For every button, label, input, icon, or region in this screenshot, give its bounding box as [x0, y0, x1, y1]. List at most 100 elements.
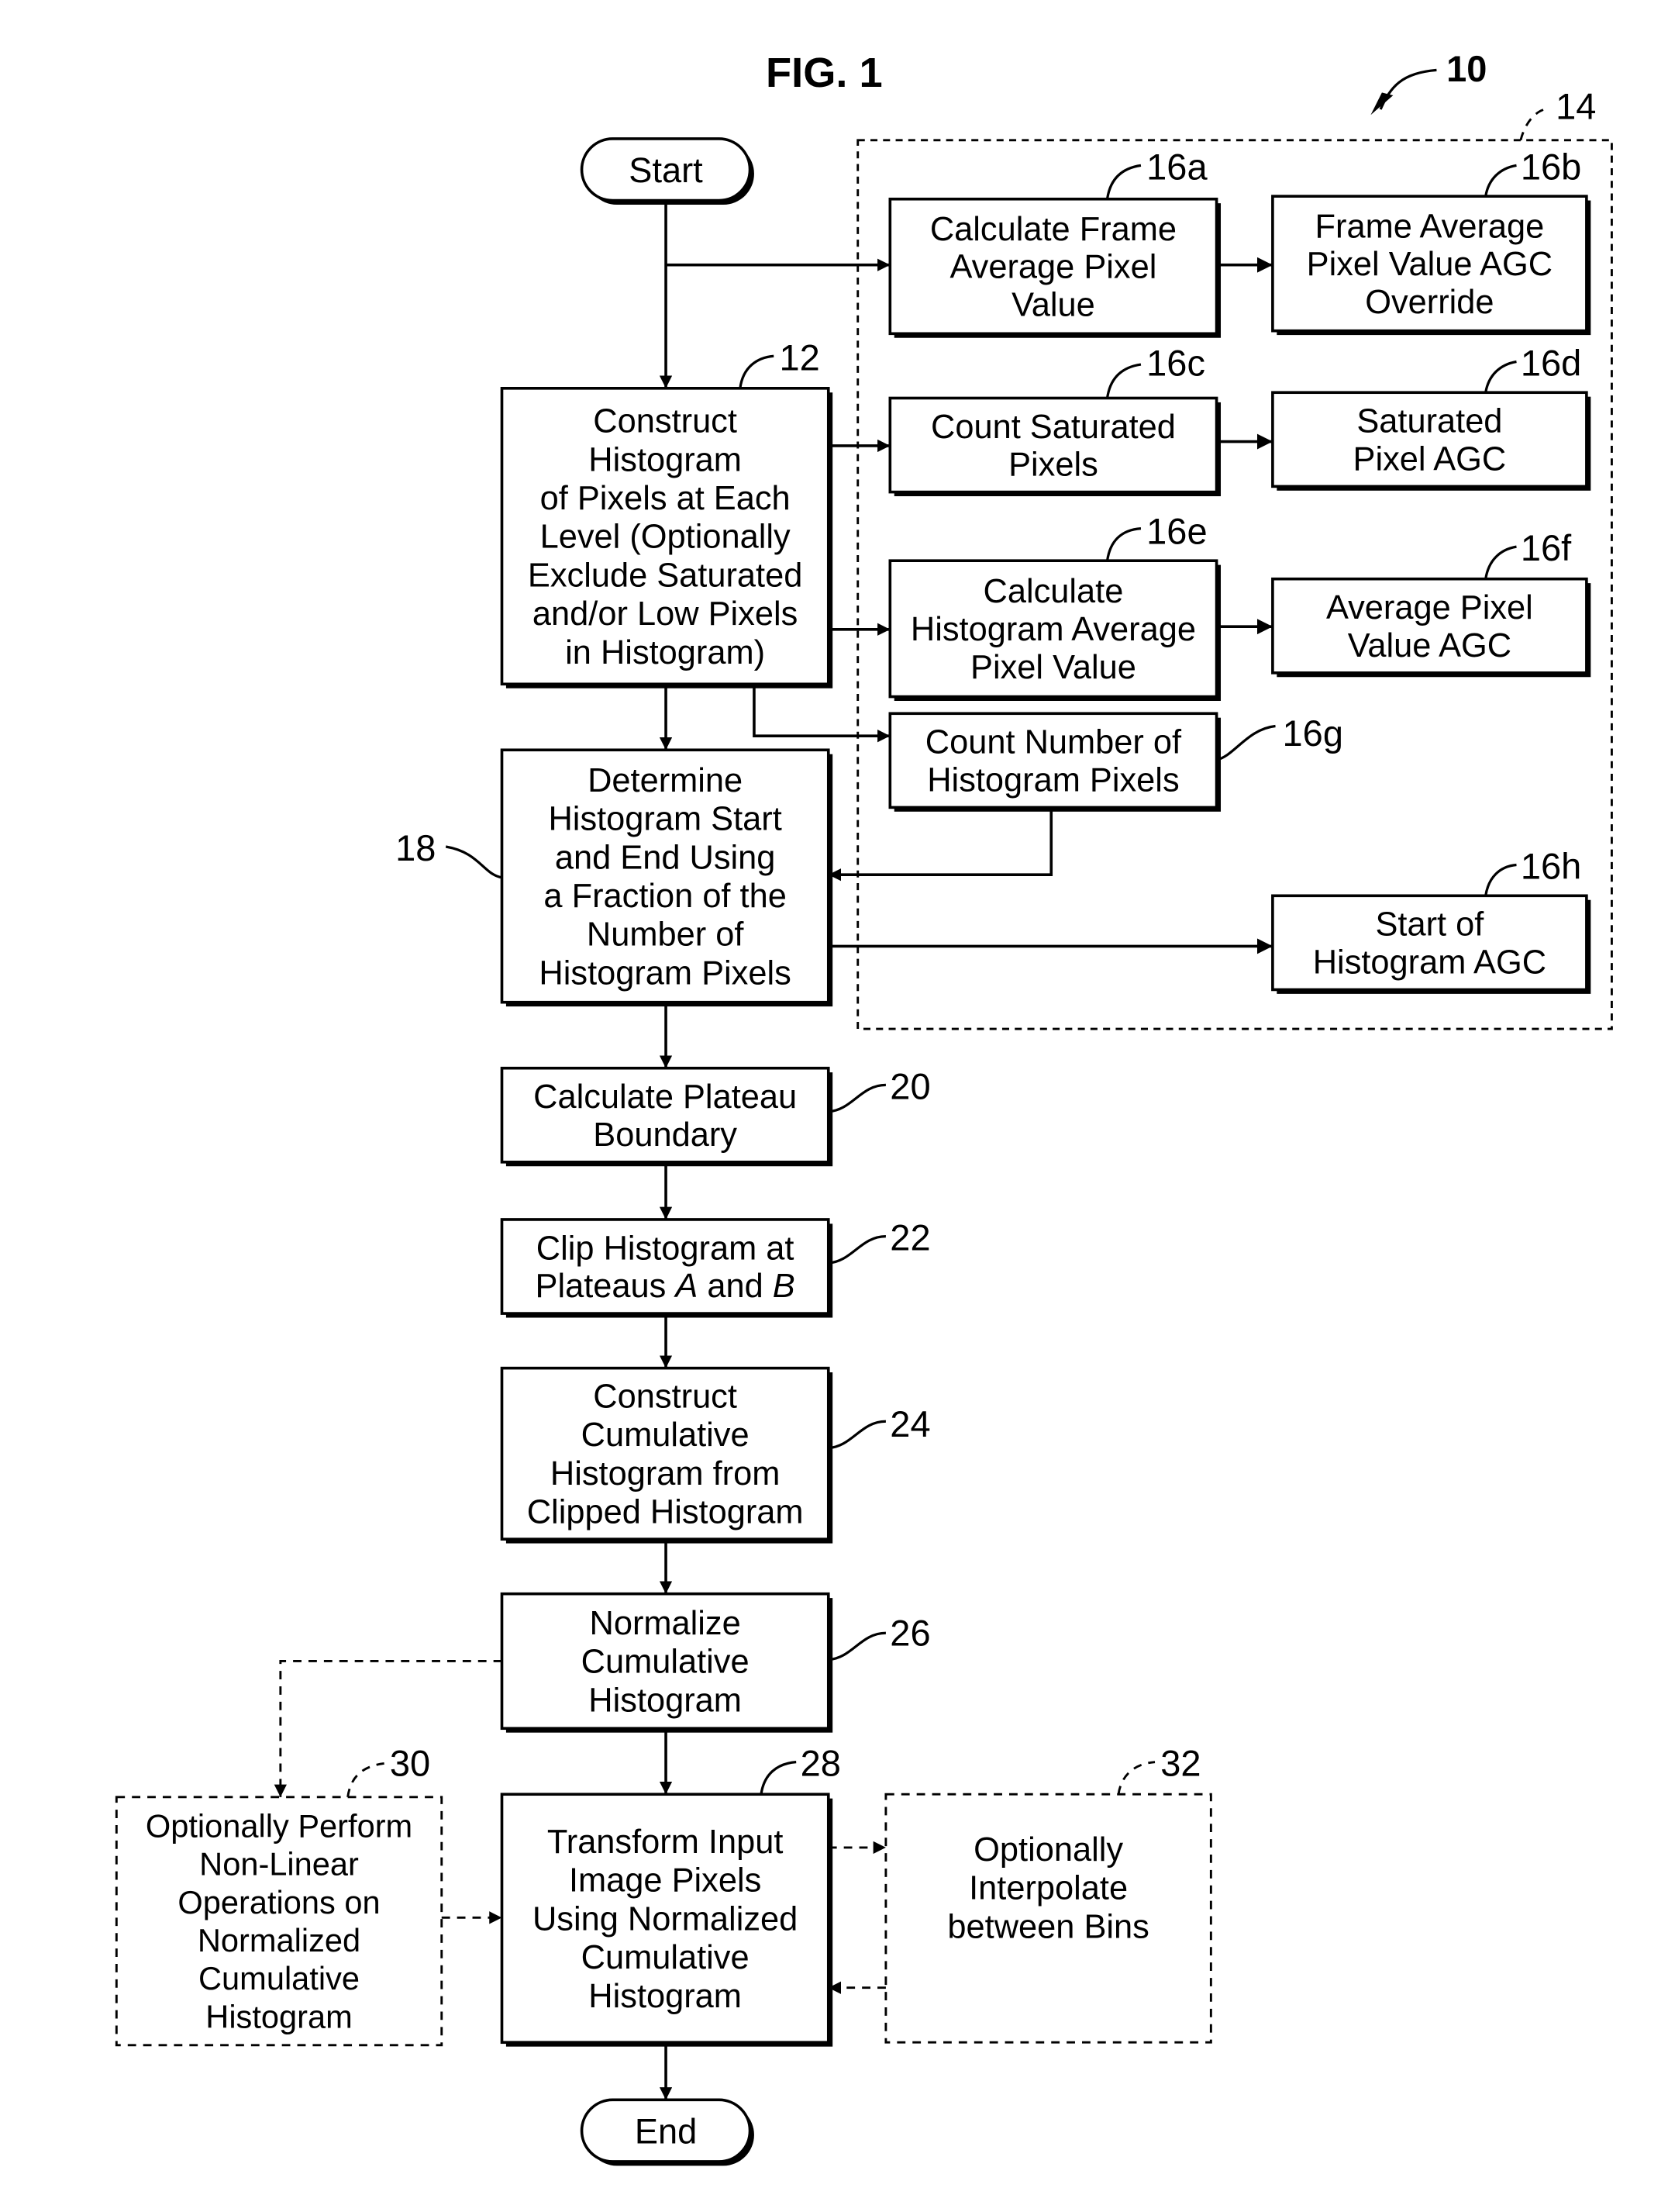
reference-lead-line	[1117, 1761, 1156, 1795]
step-text-line: Average Pixel	[1326, 589, 1533, 626]
step-ref-label: 18	[395, 827, 436, 868]
step-ref-label: 16f	[1521, 527, 1572, 568]
reference-lead-line	[1105, 526, 1142, 561]
overall-ref-label: 10	[1446, 48, 1487, 89]
step-text-line: Histogram	[588, 1978, 742, 2015]
step-text-line: Start of	[1375, 906, 1484, 944]
step-26: NormalizeCumulativeHistogram 26	[500, 1592, 931, 1733]
step-text-line: Calculate Plateau	[533, 1078, 797, 1116]
step-text-line: Normalized	[198, 1922, 360, 1958]
step-text-line: Non-Linear	[199, 1846, 359, 1882]
step-ref-label: 22	[890, 1217, 930, 1258]
step-16a: Calculate FrameAverage PixelValue 16a	[888, 146, 1222, 338]
step-text-line: Normalize	[590, 1605, 741, 1642]
step-28: Transform InputImage PixelsUsing Normali…	[500, 1743, 841, 2047]
step-text-line: Construct	[593, 1378, 737, 1415]
step-text-line: Pixel Value	[970, 649, 1136, 686]
step-text-line: Pixel AGC	[1353, 440, 1507, 478]
end-label: End	[635, 2111, 697, 2151]
step-ref-label: 16h	[1521, 846, 1581, 887]
step-text-line: Count Number of	[925, 724, 1182, 761]
step-text-line: Calculate Frame	[930, 211, 1177, 248]
flow-arrow	[828, 807, 1053, 882]
step-text-line: Histogram from	[550, 1455, 780, 1492]
step-text-line: Histogram Start	[548, 801, 781, 838]
step-text-line: in Histogram)	[565, 634, 765, 671]
step-text-line: Histogram Pixels	[539, 954, 791, 992]
step-text-line: Interpolate	[969, 1870, 1128, 1907]
step-16g: Count Number ofHistogram Pixels 16g	[888, 712, 1343, 812]
step-ref-label: 32	[1160, 1743, 1201, 1784]
flow-arrow	[753, 684, 891, 743]
step-text-line: Histogram AGC	[1313, 944, 1546, 981]
step-text-line: Determine	[588, 762, 743, 799]
step-16b: Frame AveragePixel Value AGCOverride 16b	[1271, 146, 1591, 336]
step-ref-label: 28	[801, 1743, 841, 1784]
step-text-line: Cumulative	[198, 1960, 360, 1996]
step-text-line: Histogram	[205, 1998, 352, 2034]
step-ref-label: 20	[890, 1065, 930, 1106]
reference-lead-line	[739, 354, 774, 389]
reference-lead-line	[1484, 164, 1517, 197]
step-text-line: Histogram Average	[911, 611, 1196, 648]
reference-lead-line	[760, 1761, 797, 1795]
step-text-line: Cumulative	[581, 1417, 750, 1454]
reference-lead-line	[1484, 863, 1517, 896]
step-ref-label: 30	[390, 1743, 430, 1784]
step-16c: Count SaturatedPixels 16c	[888, 343, 1222, 497]
step-text-line: between Bins	[947, 1908, 1149, 1945]
step-24: ConstructCumulativeHistogram fromClipped…	[500, 1366, 931, 1544]
step-ref-label: 16g	[1283, 713, 1343, 754]
start-label: Start	[629, 150, 703, 190]
step-32: OptionallyInterpolatebetween Bins 32	[884, 1743, 1212, 2044]
step-text-line: Using Normalized	[532, 1900, 798, 1938]
step-text-line: Clip Histogram at	[536, 1230, 794, 1267]
step-text-line: Saturated	[1356, 403, 1502, 440]
nodes: StartEndCalculate FrameAverage PixelValu…	[115, 137, 1591, 2166]
step-text-line: Cumulative	[581, 1939, 750, 1976]
step-text-line: Frame Average	[1315, 208, 1545, 245]
reference-lead-line	[828, 1235, 886, 1265]
step-12: ConstructHistogramof Pixels at EachLevel…	[500, 336, 833, 688]
step-ref-label: 16c	[1146, 343, 1205, 384]
step-text-line: Histogram	[588, 1682, 742, 1719]
step-text-line: Operations on	[177, 1884, 380, 1920]
step-text-line: Calculate	[984, 573, 1124, 610]
step-text-line: Count Saturated	[931, 409, 1176, 446]
overall-reference: 10	[1370, 48, 1487, 116]
step-16h: Start ofHistogram AGC 16h	[1271, 846, 1591, 994]
reference-lead-line	[1484, 360, 1517, 393]
step-text-line: Level (Optionally	[540, 519, 791, 556]
reference-lead-line	[1216, 724, 1276, 761]
step-text-line: a Fraction of the	[543, 878, 786, 915]
group-ref-label: 14	[1556, 86, 1596, 127]
step-text-line: and End Using	[555, 839, 776, 876]
step-ref-label: 16a	[1146, 146, 1208, 187]
step-text-line: Exclude Saturated	[528, 557, 802, 594]
step-text-line: Histogram	[588, 441, 742, 478]
step-text-line: Transform Input	[547, 1824, 784, 1861]
reference-lead-line	[828, 1083, 886, 1113]
step-16f: Average PixelValue AGC 16f	[1271, 527, 1591, 678]
step-ref-label: 26	[890, 1613, 930, 1654]
step-text-line: Construct	[593, 403, 737, 440]
reference-lead-line	[828, 1631, 886, 1662]
step-text-line: Average Pixel	[950, 249, 1157, 286]
step-16d: SaturatedPixel AGC 16d	[1271, 343, 1591, 491]
step-text-line: Plateaus A and B	[536, 1268, 795, 1305]
step-text-line: Override	[1365, 284, 1494, 321]
step-text-line: Histogram Pixels	[927, 761, 1179, 799]
step-text-line: Pixels	[1008, 447, 1098, 484]
step-ref-label: 24	[890, 1403, 930, 1444]
step-ref-label: 16d	[1521, 343, 1581, 384]
reference-lead-line	[445, 845, 502, 879]
flowchart-fig-1: FIG. 1 10 14 StartEndCalculate FrameAver…	[115, 48, 1613, 2166]
step-text-line: Number of	[587, 916, 744, 954]
step-text-line: Boundary	[593, 1116, 737, 1154]
step-22: Clip Histogram atPlateaus A and B 22	[500, 1217, 931, 1318]
step-18: DetermineHistogram Startand End Usinga F…	[395, 748, 833, 1007]
step-20: Calculate PlateauBoundary 20	[500, 1065, 931, 1167]
step-ref-label: 12	[779, 336, 819, 378]
step-text-line: Image Pixels	[569, 1862, 761, 1900]
step-text-line: of Pixels at Each	[540, 480, 791, 517]
